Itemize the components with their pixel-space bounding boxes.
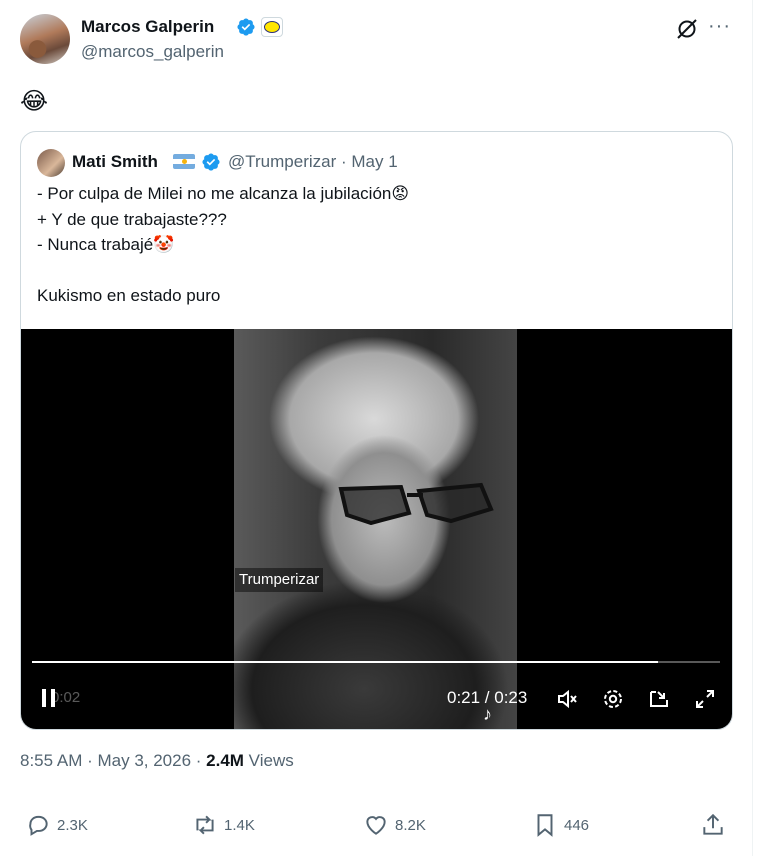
bookmark-icon	[537, 814, 553, 837]
video-glasses-shape	[338, 482, 494, 525]
bookmark-button[interactable]: 446	[532, 811, 589, 839]
grok-icon[interactable]	[674, 16, 700, 42]
column-border	[752, 0, 753, 856]
argentina-flag-icon	[173, 154, 195, 169]
affiliate-badge[interactable]	[261, 17, 283, 37]
more-options-icon[interactable]: ···	[708, 16, 732, 40]
author-avatar[interactable]	[20, 14, 70, 64]
pause-icon[interactable]	[39, 687, 59, 709]
repost-button[interactable]: 1.4K	[192, 811, 255, 839]
video-progress-fill	[32, 661, 659, 663]
repost-count: 1.4K	[224, 816, 255, 834]
quote-author-avatar	[37, 149, 65, 177]
reply-icon	[29, 815, 48, 836]
bookmark-count: 446	[564, 816, 590, 834]
video-watermark: Trumperizar	[235, 568, 324, 592]
video-progress-bar[interactable]	[32, 661, 720, 663]
author-name[interactable]: Marcos Galperin	[81, 16, 214, 38]
like-button[interactable]: 8.2K	[363, 811, 426, 839]
views-count: 2.4M	[206, 751, 244, 770]
reply-button[interactable]: 2.3K	[25, 811, 88, 839]
share-button[interactable]	[700, 811, 732, 839]
quote-author-name: Mati Smith	[72, 152, 158, 171]
tweet-timestamp[interactable]: 8:55 AM · May 3, 2026 ·	[20, 751, 206, 770]
fullscreen-icon[interactable]	[693, 687, 717, 711]
heart-icon	[366, 816, 386, 835]
repost-icon	[196, 815, 214, 835]
picture-in-picture-icon[interactable]	[647, 687, 671, 711]
quote-text: - Por culpa de Milei no me alcanza la ju…	[37, 184, 410, 305]
handshake-icon	[264, 21, 280, 33]
share-icon	[703, 813, 723, 835]
like-count: 8.2K	[395, 816, 426, 834]
tiktok-logo-icon: ♪	[483, 704, 492, 724]
video-frame	[234, 329, 517, 729]
mute-icon[interactable]	[555, 687, 579, 711]
settings-gear-icon[interactable]	[601, 687, 625, 711]
views-label: Views	[243, 751, 294, 770]
video-player[interactable]: Trumperizar 0:02 0:21 / 0:23 ♪	[21, 329, 732, 729]
reply-count: 2.3K	[57, 816, 88, 834]
quoted-tweet[interactable]: Mati Smith @Trumperizar · May 1 - Por cu…	[20, 131, 733, 730]
verified-badge-icon	[202, 153, 220, 171]
quote-handle-date: @Trumperizar · May 1	[228, 152, 398, 171]
verified-badge-icon	[237, 18, 255, 36]
tweet-text: 😂	[20, 88, 49, 115]
author-handle[interactable]: @marcos_galperin	[81, 41, 224, 63]
tweet-metadata: 8:55 AM · May 3, 2026 · 2.4M Views	[20, 750, 294, 772]
